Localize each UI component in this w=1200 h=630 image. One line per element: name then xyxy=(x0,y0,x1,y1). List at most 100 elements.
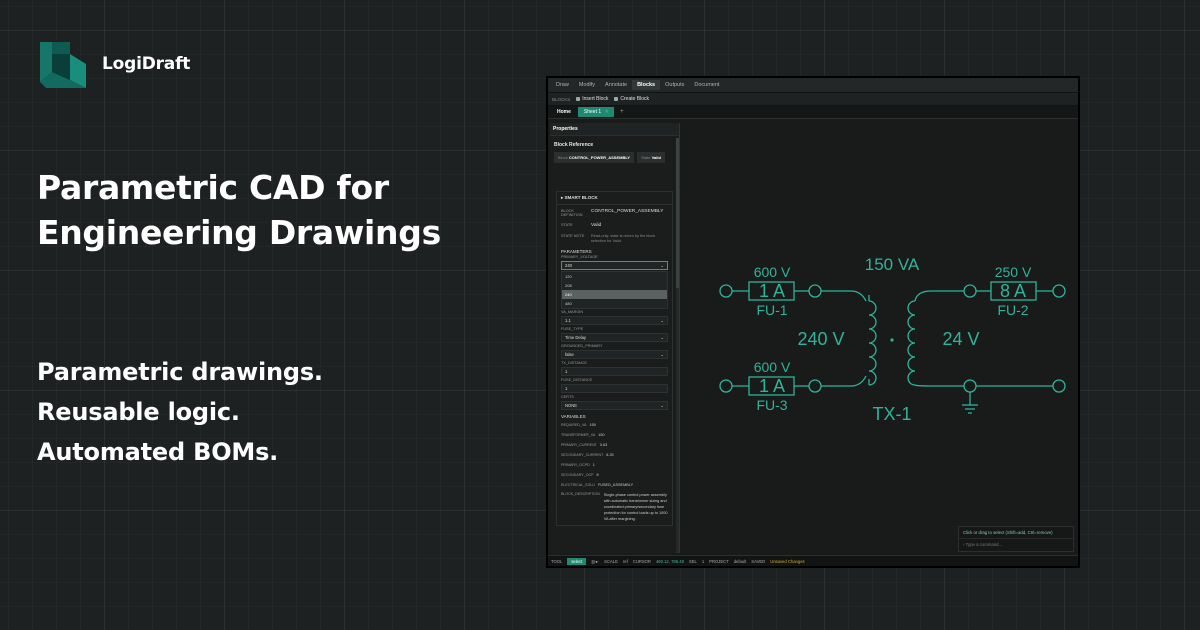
fu3-label: FU-3 xyxy=(756,397,787,413)
variable-value: 150 xyxy=(589,423,596,427)
variable-row: ELECTRICAL_SOLU FUSED_ASSEMBLY xyxy=(557,479,672,489)
block-definition-key: BLOCK DEFINITION xyxy=(561,209,583,217)
tab-bar: Home Sheet 1 × + xyxy=(548,106,1078,119)
scrollbar-thumb[interactable] xyxy=(676,138,679,288)
terminal-node xyxy=(1052,284,1066,298)
add-tab-button[interactable]: + xyxy=(617,109,627,115)
variable-value: 1 xyxy=(592,463,595,467)
tx-distance-value: 1 xyxy=(565,369,568,374)
voltage-option[interactable]: 120 xyxy=(562,272,667,281)
saved-status: Unsaved Changes xyxy=(770,558,805,564)
terminal-node xyxy=(963,284,977,298)
voltage-option[interactable]: 208 xyxy=(562,281,667,290)
voltage-option[interactable]: 480 xyxy=(562,299,667,308)
block-chip: Block CONTROL_POWER_ASSEMBLY xyxy=(554,152,635,163)
certs-select[interactable]: NONE ⌄ xyxy=(561,401,668,410)
insert-block-label: Insert Block xyxy=(582,96,609,102)
variable-row: PRIMARY_CURRENT 0.63 xyxy=(557,439,672,449)
state-row: STATE Valid xyxy=(557,219,672,230)
menu-document[interactable]: Document xyxy=(689,80,724,90)
grounded-primary-select[interactable]: false ⌄ xyxy=(561,350,668,359)
variable-value: 8 xyxy=(596,473,599,477)
grounded-primary-value: false xyxy=(565,352,574,357)
state-row-key: STATE xyxy=(561,223,573,227)
voltage-option-selected[interactable]: 240 xyxy=(562,290,667,299)
va-margin-select[interactable]: 1.1 ⌄ xyxy=(561,316,668,325)
fu1-rating: 1 A xyxy=(759,281,785,301)
menu-annotate[interactable]: Annotate xyxy=(600,80,632,90)
command-input[interactable]: › Type a command... xyxy=(959,539,1073,550)
tab-sheet-1[interactable]: Sheet 1 × xyxy=(577,107,615,117)
scale-label: SCALE xyxy=(604,558,618,564)
fu2-rating: 8 A xyxy=(1000,281,1026,301)
chevron-down-icon: ⌄ xyxy=(660,352,664,357)
headline-line-2: Engineering Drawings xyxy=(37,213,441,252)
fu1-label: FU-1 xyxy=(756,302,787,318)
terminal-node xyxy=(808,379,822,393)
taglines: Parametric drawings. Reusable logic. Aut… xyxy=(37,352,323,472)
snap-toggle-icon[interactable]: ▥●· xyxy=(591,559,599,564)
state-row-value: Valid xyxy=(591,223,602,228)
block-description-key: BLOCK_DESCRIPTION xyxy=(561,492,600,496)
menu-modify[interactable]: Modify xyxy=(574,80,600,90)
panel-scrollbar[interactable] xyxy=(676,138,679,553)
insert-block-button[interactable]: Insert Block xyxy=(576,96,608,102)
primary-voltage-value: 240 xyxy=(565,263,572,268)
fu2-voltage: 250 V xyxy=(995,264,1032,280)
tagline: Reusable logic. xyxy=(37,398,240,426)
tx-distance-input[interactable]: 1 xyxy=(561,367,668,376)
variable-row: SECONDARY_OCP 8 xyxy=(557,469,672,479)
primary-voltage-select[interactable]: 240 ⌄ xyxy=(561,261,668,270)
variables-heading: VARIABLES xyxy=(561,414,586,419)
close-tab-icon[interactable]: × xyxy=(605,109,608,115)
menu-blocks[interactable]: Blocks xyxy=(632,80,661,90)
drawing-canvas[interactable]: 600 V 1 A FU-1 250 V 8 A FU-2 600 V 1 A … xyxy=(681,123,1078,555)
transformer-secondary-voltage: 24 V xyxy=(942,329,979,349)
block-definition-row: BLOCK DEFINITION CONTROL_POWER_ASSEMBLY xyxy=(557,205,672,219)
variable-key: SECONDARY_OCP xyxy=(561,473,594,477)
logidraft-logo-icon xyxy=(40,42,86,88)
block-reference-row: Block CONTROL_POWER_ASSEMBLY State Valid xyxy=(550,150,679,165)
menu-outputs[interactable]: Outputs xyxy=(660,80,689,90)
core-dot xyxy=(890,338,894,342)
variable-key: ELECTRICAL_SOLU xyxy=(561,483,595,487)
variable-value: 0.63 xyxy=(599,443,608,447)
cursor-value: 460.12, 785.48 xyxy=(655,558,684,564)
certs-label: CERTS xyxy=(561,395,574,399)
va-margin-value: 1.1 xyxy=(565,318,571,323)
variable-value: 6.25 xyxy=(606,453,614,457)
terminal-node xyxy=(719,379,733,393)
properties-title: Properties xyxy=(550,123,679,136)
command-console: Click or drag to select (Shift=add, Ctrl… xyxy=(958,526,1074,552)
menu-draw[interactable]: Draw xyxy=(551,80,574,90)
block-value: CONTROL_POWER_ASSEMBLY xyxy=(568,155,631,160)
variable-key: SECONDARY_CURRENT xyxy=(561,453,604,457)
state-chip: State Valid xyxy=(637,152,665,163)
toolbar-label: BLOCKS xyxy=(552,96,571,102)
smart-block-toggle[interactable]: ▸ SMART BLOCK xyxy=(557,192,672,205)
block-key: Block xyxy=(558,155,568,160)
tab-home[interactable]: Home xyxy=(553,109,575,115)
fuse-type-select[interactable]: Time Delay ⌄ xyxy=(561,333,668,342)
headline: Parametric CAD for Engineering Drawings xyxy=(37,165,441,255)
block-description-row: BLOCK_DESCRIPTION Single-phase control po… xyxy=(557,489,672,525)
cursor-label: CURSOR xyxy=(632,558,651,564)
transformer-label: TX-1 xyxy=(872,404,911,424)
va-margin-label: VA_MARGIN xyxy=(561,310,584,314)
create-block-button[interactable]: Create Block xyxy=(614,96,649,102)
transformer-primary-voltage: 240 V xyxy=(797,329,844,349)
variable-key: PRIMARY_OCPD xyxy=(561,463,590,467)
terminal-node xyxy=(808,284,822,298)
fuse-distance-input[interactable]: 1 xyxy=(561,384,668,393)
tool-value[interactable]: select xyxy=(567,557,587,565)
chevron-down-icon: ⌄ xyxy=(660,335,664,340)
block-reference-title: Block Reference xyxy=(554,142,594,148)
create-block-icon xyxy=(614,97,619,101)
variable-value: 150 xyxy=(598,433,605,437)
command-placeholder: Type a command... xyxy=(965,542,1003,547)
brand-name: LogiDraft xyxy=(102,54,191,74)
tab-sheet-label: Sheet 1 xyxy=(583,109,602,115)
selection-label: SEL xyxy=(688,558,697,564)
parameters-heading: PARAMETERS xyxy=(561,249,592,254)
chevron-down-icon: ⌄ xyxy=(660,403,664,408)
